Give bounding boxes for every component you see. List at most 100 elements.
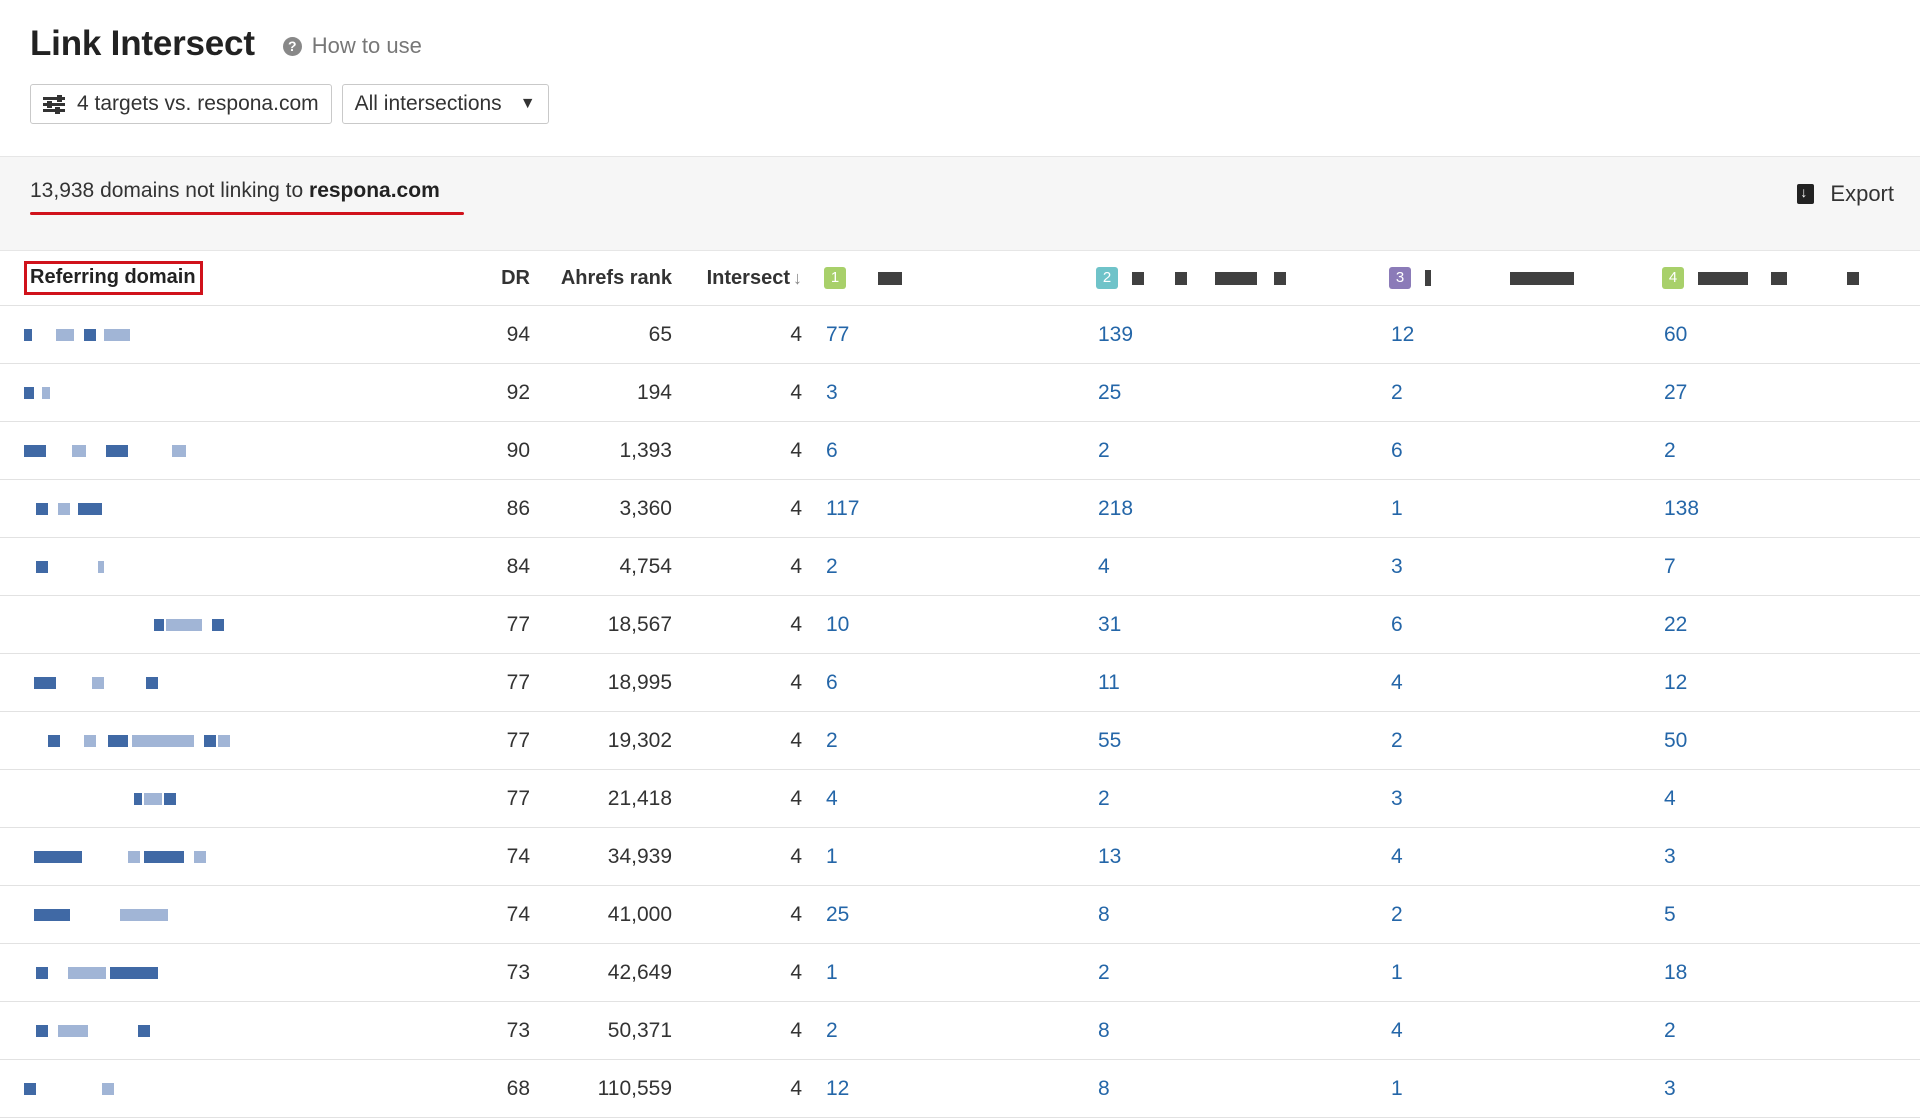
target-1-links-cell[interactable]: 10 [802, 595, 1074, 654]
targets-button[interactable]: 4 targets vs. respona.com [30, 84, 332, 124]
referring-domain-cell[interactable] [0, 943, 450, 1002]
referring-domain-cell[interactable] [0, 827, 450, 886]
target-2-links-cell[interactable]: 2 [1074, 943, 1367, 1002]
target-4-links-cell[interactable]: 7 [1640, 537, 1920, 596]
target-4-links-cell[interactable]: 2 [1640, 421, 1920, 480]
referring-domain-cell[interactable] [0, 421, 450, 480]
target-1-links-cell[interactable]: 1 [802, 827, 1074, 886]
how-to-use-link[interactable]: ? How to use [282, 33, 422, 59]
target-1-links-cell[interactable]: 1 [802, 943, 1074, 1002]
target-3-links-cell[interactable]: 2 [1367, 885, 1640, 944]
table-row: 74 34,939 4 1 13 4 3 [0, 827, 1920, 886]
target-1-links-cell[interactable]: 12 [802, 1059, 1074, 1118]
target-2-links-cell[interactable]: 2 [1074, 421, 1367, 480]
redacted-domain [108, 734, 128, 747]
target-2-links-cell[interactable]: 25 [1074, 363, 1367, 422]
target-3-links-cell[interactable]: 1 [1367, 1059, 1640, 1118]
referring-domain-cell[interactable] [0, 885, 450, 944]
target-1-links-cell[interactable]: 77 [802, 305, 1074, 364]
target-1-links-cell[interactable]: 6 [802, 421, 1074, 480]
redacted-target-1 [877, 271, 902, 285]
domains-count-text: 13,938 domains not linking to [30, 179, 304, 202]
target-3-links-cell[interactable]: 6 [1367, 421, 1640, 480]
target-2-links-cell[interactable]: 2 [1074, 769, 1367, 828]
col-target-3[interactable]: 3 [1367, 251, 1640, 306]
col-target-4[interactable]: 4 [1640, 251, 1920, 306]
export-icon [1797, 184, 1815, 204]
col-ahrefs-rank[interactable]: Ahrefs rank [530, 251, 672, 306]
target-4-links-cell[interactable]: 2 [1640, 1001, 1920, 1060]
target-3-links-cell[interactable]: 4 [1367, 653, 1640, 712]
target-3-links-cell[interactable]: 3 [1367, 769, 1640, 828]
target-3-links-cell[interactable]: 6 [1367, 595, 1640, 654]
target-4-links-cell[interactable]: 12 [1640, 653, 1920, 712]
target-3-links-cell[interactable]: 4 [1367, 827, 1640, 886]
intersections-select[interactable]: All intersections ▼ [341, 84, 549, 124]
referring-domain-cell[interactable] [0, 1001, 450, 1060]
target-2-links-cell[interactable]: 31 [1074, 595, 1367, 654]
target-3-links-cell[interactable]: 2 [1367, 363, 1640, 422]
referring-domain-cell[interactable] [0, 711, 450, 770]
target-4-links-cell[interactable]: 22 [1640, 595, 1920, 654]
target-2-links-cell[interactable]: 13 [1074, 827, 1367, 886]
referring-domain-cell[interactable] [0, 653, 450, 712]
col-target-2[interactable]: 2 [1074, 251, 1367, 306]
redacted-target-2d [1274, 271, 1287, 285]
target-4-badge: 4 [1662, 267, 1684, 290]
target-3-links-cell[interactable]: 1 [1367, 479, 1640, 538]
redacted-domain [72, 444, 86, 457]
target-3-links-cell[interactable]: 4 [1367, 1001, 1640, 1060]
col-target-1[interactable]: 1 [802, 251, 1074, 306]
referring-domain-cell[interactable] [0, 305, 450, 364]
target-4-links-cell[interactable]: 3 [1640, 1059, 1920, 1118]
target-4-links-cell[interactable]: 138 [1640, 479, 1920, 538]
target-3-links-cell[interactable]: 12 [1367, 305, 1640, 364]
target-1-links-cell[interactable]: 2 [802, 1001, 1074, 1060]
target-4-links-cell[interactable]: 27 [1640, 363, 1920, 422]
target-4-links-cell[interactable]: 4 [1640, 769, 1920, 828]
target-2-links-cell[interactable]: 8 [1074, 1059, 1367, 1118]
dr-cell: 77 [450, 595, 530, 654]
target-1-links-cell[interactable]: 2 [802, 711, 1074, 770]
redacted-domain [24, 444, 46, 457]
col-dr[interactable]: DR [450, 251, 530, 306]
referring-domain-cell[interactable] [0, 537, 450, 596]
target-2-links-cell[interactable]: 55 [1074, 711, 1367, 770]
target-4-links-cell[interactable]: 3 [1640, 827, 1920, 886]
target-1-links-cell[interactable]: 2 [802, 537, 1074, 596]
redacted-domain [36, 1024, 48, 1037]
target-3-links-cell[interactable]: 2 [1367, 711, 1640, 770]
target-1-links-cell[interactable]: 4 [802, 769, 1074, 828]
target-4-links-cell[interactable]: 18 [1640, 943, 1920, 1002]
target-4-links-cell[interactable]: 50 [1640, 711, 1920, 770]
target-2-links-cell[interactable]: 8 [1074, 885, 1367, 944]
target-3-links-cell[interactable]: 3 [1367, 537, 1640, 596]
target-2-links-cell[interactable]: 8 [1074, 1001, 1367, 1060]
target-2-links-cell[interactable]: 4 [1074, 537, 1367, 596]
referring-domain-cell[interactable] [0, 595, 450, 654]
referring-domain-cell[interactable] [0, 769, 450, 828]
target-1-links-cell[interactable]: 6 [802, 653, 1074, 712]
referring-domain-cell[interactable] [0, 1059, 450, 1118]
col-referring-domain[interactable]: Referring domain [0, 251, 450, 306]
target-4-links-cell[interactable]: 60 [1640, 305, 1920, 364]
target-2-links-cell[interactable]: 218 [1074, 479, 1367, 538]
target-3-links-cell[interactable]: 1 [1367, 943, 1640, 1002]
col-intersect[interactable]: Intersect ↓ [672, 251, 802, 306]
intersect-cell: 4 [672, 537, 802, 596]
dr-cell: 94 [450, 305, 530, 364]
target-1-links-cell[interactable]: 3 [802, 363, 1074, 422]
target-2-links-cell[interactable]: 139 [1074, 305, 1367, 364]
export-button[interactable]: Export [1797, 181, 1894, 207]
dr-cell: 68 [450, 1059, 530, 1118]
target-2-links-cell[interactable]: 11 [1074, 653, 1367, 712]
referring-domain-cell[interactable] [0, 363, 450, 422]
referring-domain-cell[interactable] [0, 479, 450, 538]
target-4-links-cell[interactable]: 5 [1640, 885, 1920, 944]
redacted-domain [204, 734, 216, 747]
intersect-cell: 4 [672, 595, 802, 654]
target-1-links-cell[interactable]: 25 [802, 885, 1074, 944]
intersect-cell: 4 [672, 421, 802, 480]
target-1-links-cell[interactable]: 117 [802, 479, 1074, 538]
table-row: 92 194 4 3 25 2 27 [0, 363, 1920, 422]
